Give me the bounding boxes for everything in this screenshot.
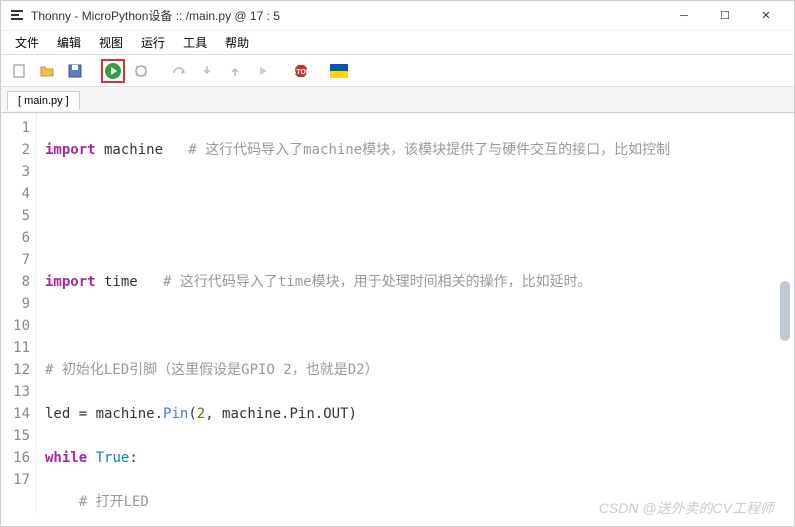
menu-file[interactable]: 文件	[7, 32, 47, 53]
menu-edit[interactable]: 编辑	[49, 32, 89, 53]
menu-view[interactable]: 视图	[91, 32, 131, 53]
editor-tabs: [ main.py ]	[1, 87, 794, 113]
save-button[interactable]	[63, 59, 87, 83]
minimize-button[interactable]: ─	[664, 2, 704, 30]
line-gutter: 1234567891011121314151617	[1, 113, 37, 513]
code-area[interactable]: import machine # 这行代码导入了machine模块，该模块提供了…	[37, 113, 794, 513]
open-file-button[interactable]	[35, 59, 59, 83]
maximize-button[interactable]: ☐	[705, 2, 745, 30]
code-editor[interactable]: 1234567891011121314151617 import machine…	[1, 113, 794, 513]
vertical-scrollbar[interactable]	[780, 281, 790, 341]
debug-button[interactable]	[129, 59, 153, 83]
step-out-button[interactable]	[223, 59, 247, 83]
watermark: CSDN @送外卖的CV工程师	[599, 498, 774, 518]
run-button[interactable]	[101, 59, 125, 83]
menu-run[interactable]: 运行	[133, 32, 173, 53]
titlebar: Thonny - MicroPython设备 :: /main.py @ 17 …	[1, 1, 794, 31]
stop-button[interactable]: STOP	[289, 59, 313, 83]
svg-text:STOP: STOP	[293, 69, 309, 76]
menu-help[interactable]: 帮助	[217, 32, 257, 53]
close-button[interactable]: ✕	[746, 2, 786, 30]
resume-button[interactable]	[251, 59, 275, 83]
tab-main-py[interactable]: [ main.py ]	[7, 91, 80, 110]
step-into-button[interactable]	[195, 59, 219, 83]
menu-tools[interactable]: 工具	[175, 32, 215, 53]
step-over-button[interactable]	[167, 59, 191, 83]
menubar: 文件 编辑 视图 运行 工具 帮助	[1, 31, 794, 55]
new-file-button[interactable]	[7, 59, 31, 83]
flag-icon[interactable]	[327, 59, 351, 83]
app-icon	[9, 8, 25, 24]
toolbar: STOP	[1, 55, 794, 87]
window-title: Thonny - MicroPython设备 :: /main.py @ 17 …	[31, 7, 664, 24]
